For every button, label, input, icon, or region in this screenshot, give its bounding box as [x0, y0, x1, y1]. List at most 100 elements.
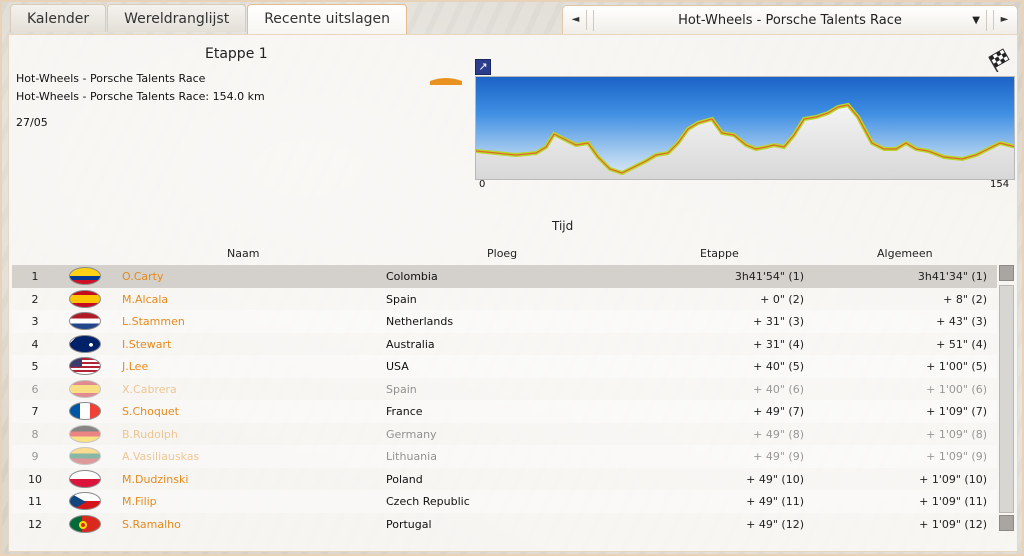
table-row[interactable]: 4 I.Stewart Australia + 31" (4) + 51" (4): [12, 333, 997, 356]
flag-usa-icon: [69, 357, 101, 375]
finish-flag-icon: [988, 48, 1010, 72]
portugal-emblem: [79, 520, 87, 529]
row-position: 2: [31, 292, 39, 306]
rider-name-link[interactable]: B.Rudolph: [122, 428, 178, 441]
race-date: 27/05: [16, 116, 48, 129]
table-row[interactable]: 12 S.Ramalho Portugal + 49" (12) + 1'09" (12…: [12, 513, 997, 536]
row-position: 4: [31, 337, 39, 351]
tab-recente-uitslagen[interactable]: Recente uitslagen: [247, 4, 408, 34]
general-time: + 1'09" (12): [919, 517, 987, 531]
general-time: + 1'09" (8): [926, 427, 987, 441]
czech-triangle: [70, 493, 86, 509]
general-time: 3h41'34" (1): [917, 270, 987, 283]
general-time: + 43" (3): [936, 315, 987, 328]
tab-wereldranglijst[interactable]: Wereldranglijst: [107, 4, 247, 32]
table-row[interactable]: 6 X.Cabrera Spain + 40" (6) + 1'00" (6): [12, 378, 997, 401]
race-dropdown[interactable]: Hot-Wheels - Porsche Talents Race ▼: [593, 10, 987, 31]
table-row[interactable]: 11 M.Filip Czech Republic + 49" (11) + 1'09"…: [12, 490, 997, 513]
start-badge-icon: ↗: [475, 59, 491, 75]
stage-profile-chart: [475, 76, 1015, 180]
rider-name-link[interactable]: M.Dudzinski: [122, 473, 188, 486]
flag-germany-icon: [69, 424, 101, 443]
team-name: USA: [386, 360, 409, 373]
row-position: 12: [28, 517, 42, 531]
stage-time: + 31" (3): [753, 315, 804, 328]
flag-poland-icon: [69, 469, 101, 488]
race-selector: ◄ Hot-Wheels - Porsche Talents Race ▼ ►: [562, 5, 1018, 35]
race-distance: Hot-Wheels - Porsche Talents Race: 154.0…: [16, 90, 265, 103]
column-header-name[interactable]: Naam: [227, 247, 259, 260]
stage-time: + 49" (11): [746, 495, 804, 508]
table-row[interactable]: 5 J.Lee USA + 40" (5) + 1'00" (5): [12, 355, 997, 378]
row-position: 3: [31, 315, 39, 328]
stage-time: + 31" (4): [753, 337, 804, 351]
rider-name-link[interactable]: L.Stammen: [122, 315, 185, 328]
general-time: + 1'09" (7): [926, 405, 987, 418]
table-row[interactable]: 2 M.Alcala Spain + 0" (2) + 8" (2): [12, 288, 997, 311]
rider-name-link[interactable]: I.Stewart: [122, 338, 171, 351]
team-name: Australia: [386, 337, 435, 351]
row-position: 8: [31, 427, 39, 441]
row-position: 6: [31, 382, 39, 396]
stage-time: + 40" (5): [753, 360, 804, 373]
table-row[interactable]: 1 O.Carty Colombia 3h41'54" (1) 3h41'34" (1): [12, 265, 997, 288]
stage-title: Etappe 1: [205, 46, 268, 62]
rider-name-link[interactable]: O.Carty: [122, 270, 163, 283]
table-row[interactable]: 8 B.Rudolph Germany + 49" (8) + 1'09" (8): [12, 423, 997, 446]
rider-name-link[interactable]: X.Cabrera: [122, 383, 177, 396]
general-time: + 1'09" (10): [919, 472, 987, 486]
flag-lithuania-icon: [69, 447, 101, 465]
stage-time: 3h41'54" (1): [734, 270, 804, 283]
table-row[interactable]: 9 A.Vasiliauskas Lithuania + 49" (9) + 1'09"…: [12, 445, 997, 468]
race-name: Hot-Wheels - Porsche Talents Race: [16, 72, 206, 85]
results-scrollbar[interactable]: [998, 265, 1015, 533]
profile-end-km: 154: [990, 179, 1010, 190]
column-header-general[interactable]: Algemeen: [877, 247, 933, 260]
team-name: Portugal: [386, 517, 432, 531]
flag-netherlands-icon: [69, 312, 101, 330]
scroll-down-button[interactable]: [999, 515, 1014, 531]
general-time: + 51" (4): [936, 337, 987, 351]
row-position: 5: [31, 360, 39, 373]
tab-bar: Kalender Wereldranglijst Recente uitslag…: [10, 4, 408, 34]
column-header-stage[interactable]: Etappe: [700, 247, 739, 260]
flag-colombia-icon: [69, 267, 101, 285]
triangle-left-icon[interactable]: ◄: [565, 10, 587, 30]
flag-czech-icon: [69, 492, 101, 510]
stage-time: + 49" (10): [746, 472, 804, 486]
stage-time: + 49" (7): [753, 405, 804, 418]
row-position: 7: [31, 405, 39, 418]
flag-australia-icon: [69, 334, 101, 353]
table-row[interactable]: 3 L.Stammen Netherlands + 31" (3) + 43" (3): [12, 310, 997, 333]
stage-time: + 49" (12): [746, 517, 804, 531]
general-time: + 1'09" (9): [926, 450, 987, 463]
team-name: Spain: [386, 382, 417, 396]
table-row[interactable]: 7 S.Choquet France + 49" (7) + 1'09" (7): [12, 400, 997, 423]
scroll-up-button[interactable]: [999, 265, 1014, 281]
table-row[interactable]: 10 M.Dudzinski Poland + 49" (10) + 1'09" (10…: [12, 468, 997, 491]
flag-portugal-icon: [69, 514, 101, 533]
general-time: + 1'09" (11): [919, 495, 987, 508]
race-dropdown-value: Hot-Wheels - Porsche Talents Race: [678, 13, 902, 28]
tab-kalender[interactable]: Kalender: [10, 4, 107, 32]
scroll-thumb[interactable]: [999, 285, 1014, 513]
flag-spain-icon: [69, 289, 101, 308]
stage-profile-graphic: [476, 102, 1014, 179]
rider-name-link[interactable]: S.Ramalho: [122, 518, 181, 531]
triangle-right-icon[interactable]: ►: [993, 10, 1015, 30]
row-position: 10: [28, 472, 42, 486]
column-header-team[interactable]: Ploeg: [487, 247, 517, 260]
rider-name-link[interactable]: S.Choquet: [122, 405, 179, 418]
team-name: Germany: [386, 427, 437, 441]
results-table: 1 O.Carty Colombia 3h41'54" (1) 3h41'34" (1)…: [12, 265, 997, 535]
stage-time: + 49" (8): [753, 427, 804, 441]
rider-name-link[interactable]: M.Filip: [122, 495, 157, 508]
stage-time: + 0" (2): [760, 292, 804, 306]
rider-name-link[interactable]: J.Lee: [122, 360, 148, 373]
rider-name-link[interactable]: A.Vasiliauskas: [122, 450, 199, 463]
rider-name-link[interactable]: M.Alcala: [122, 293, 168, 306]
general-time: + 1'00" (5): [926, 360, 987, 373]
row-position: 9: [31, 450, 39, 463]
general-time: + 1'00" (6): [926, 382, 987, 396]
team-name: Colombia: [386, 270, 438, 283]
